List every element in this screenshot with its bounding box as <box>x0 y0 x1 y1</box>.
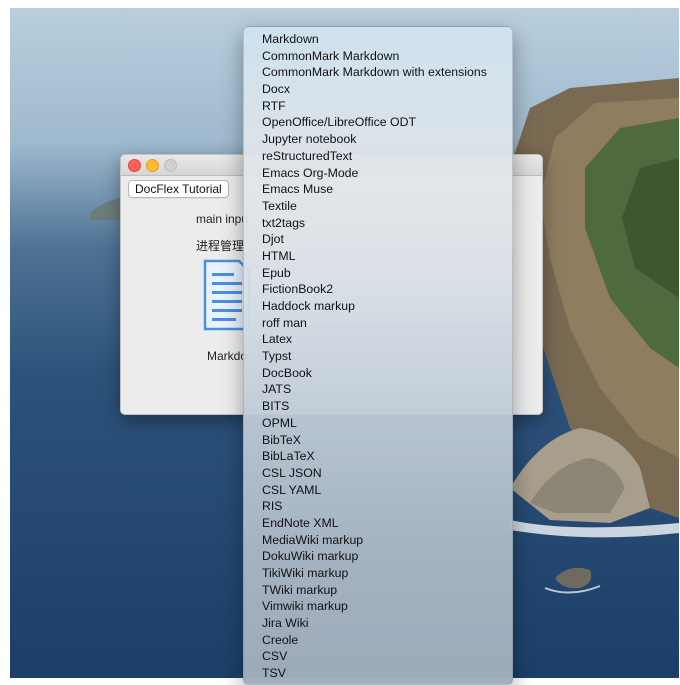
format-list: Markdown CommonMark Markdown CommonMark Ma… <box>244 27 512 682</box>
menu-item[interactable]: Jupyter notebook <box>244 131 512 148</box>
docflex-tutorial-button[interactable]: DocFlex Tutorial <box>128 180 229 198</box>
menu-item[interactable]: DocBook <box>244 365 512 382</box>
menu-item[interactable]: EndNote XML <box>244 515 512 532</box>
menu-item[interactable]: reStructuredText <box>244 148 512 165</box>
menu-item[interactable]: HTML <box>244 248 512 265</box>
menu-item[interactable]: RIS <box>244 498 512 515</box>
menu-item[interactable]: OPML <box>244 415 512 432</box>
zoom-button <box>164 159 177 172</box>
menu-item[interactable]: Vimwiki markup <box>244 598 512 615</box>
menu-item[interactable]: TWiki markup <box>244 582 512 599</box>
menu-item[interactable]: Markdown <box>244 31 512 48</box>
menu-item[interactable]: txt2tags <box>244 215 512 232</box>
menu-item[interactable]: Latex <box>244 331 512 348</box>
menu-item[interactable]: BITS <box>244 398 512 415</box>
menu-item[interactable]: CSV <box>244 648 512 665</box>
menu-item[interactable]: Epub <box>244 265 512 282</box>
menu-item[interactable]: Jira Wiki <box>244 615 512 632</box>
process-manager-label: 进程管理 <box>196 239 245 253</box>
menu-item[interactable]: Djot <box>244 231 512 248</box>
menu-item[interactable]: MediaWiki markup <box>244 532 512 549</box>
minimize-button[interactable] <box>146 159 159 172</box>
menu-item[interactable]: Emacs Muse <box>244 181 512 198</box>
menu-item[interactable]: TikiWiki markup <box>244 565 512 582</box>
menu-item[interactable]: BibTeX <box>244 432 512 449</box>
menu-item[interactable]: CSL JSON <box>244 465 512 482</box>
menu-item[interactable]: JATS <box>244 381 512 398</box>
menu-item[interactable]: roff man <box>244 315 512 332</box>
close-button[interactable] <box>128 159 141 172</box>
menu-item[interactable]: DokuWiki markup <box>244 548 512 565</box>
menu-item[interactable]: CommonMark Markdown <box>244 48 512 65</box>
format-select-label[interactable]: Markdo <box>207 349 247 363</box>
menu-item[interactable]: Textile <box>244 198 512 215</box>
menu-item[interactable]: BibLaTeX <box>244 448 512 465</box>
menu-item[interactable]: Creole <box>244 632 512 649</box>
menu-item[interactable]: Haddock markup <box>244 298 512 315</box>
menu-item[interactable]: CommonMark Markdown with extensions <box>244 64 512 81</box>
format-dropdown-menu: Markdown CommonMark Markdown CommonMark Ma… <box>243 26 513 685</box>
menu-item[interactable]: TSV <box>244 665 512 682</box>
menu-item[interactable]: RTF <box>244 98 512 115</box>
menu-item[interactable]: Emacs Org-Mode <box>244 165 512 182</box>
menu-item[interactable]: OpenOffice/LibreOffice ODT <box>244 114 512 131</box>
menu-item[interactable]: CSL YAML <box>244 482 512 499</box>
menu-item[interactable]: FictionBook2 <box>244 281 512 298</box>
main-input-label: main inpu <box>196 212 249 226</box>
menu-item[interactable]: Docx <box>244 81 512 98</box>
menu-item[interactable]: Typst <box>244 348 512 365</box>
